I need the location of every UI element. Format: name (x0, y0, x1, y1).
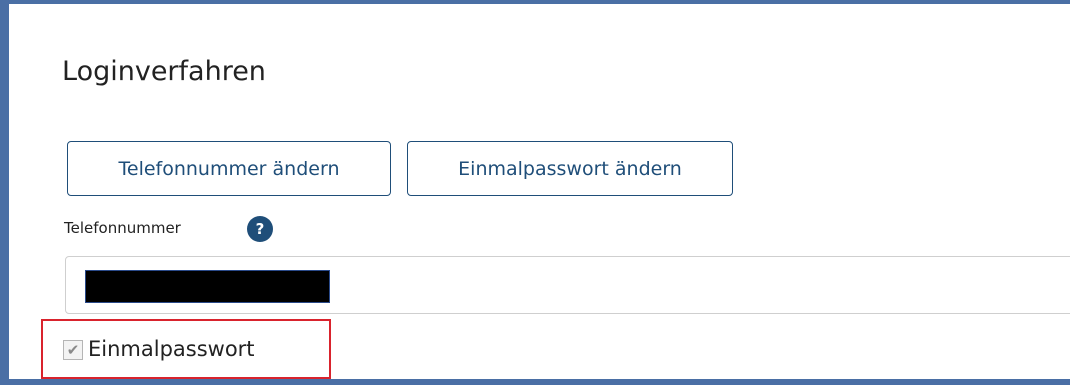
change-otp-button[interactable]: Einmalpasswort ändern (407, 141, 733, 196)
otp-checkbox-label: Einmalpasswort (88, 337, 255, 361)
section-title: Loginverfahren (62, 56, 266, 87)
otp-checkbox[interactable]: ✔ (63, 340, 83, 360)
help-icon[interactable]: ? (247, 216, 273, 242)
phone-input[interactable] (65, 256, 1070, 314)
phone-field-label: Telefonnummer (64, 219, 181, 237)
redacted-phone-value (85, 270, 330, 303)
change-phone-button[interactable]: Telefonnummer ändern (67, 141, 391, 196)
login-method-panel: Loginverfahren Telefonnummer ändern Einm… (0, 0, 1070, 385)
